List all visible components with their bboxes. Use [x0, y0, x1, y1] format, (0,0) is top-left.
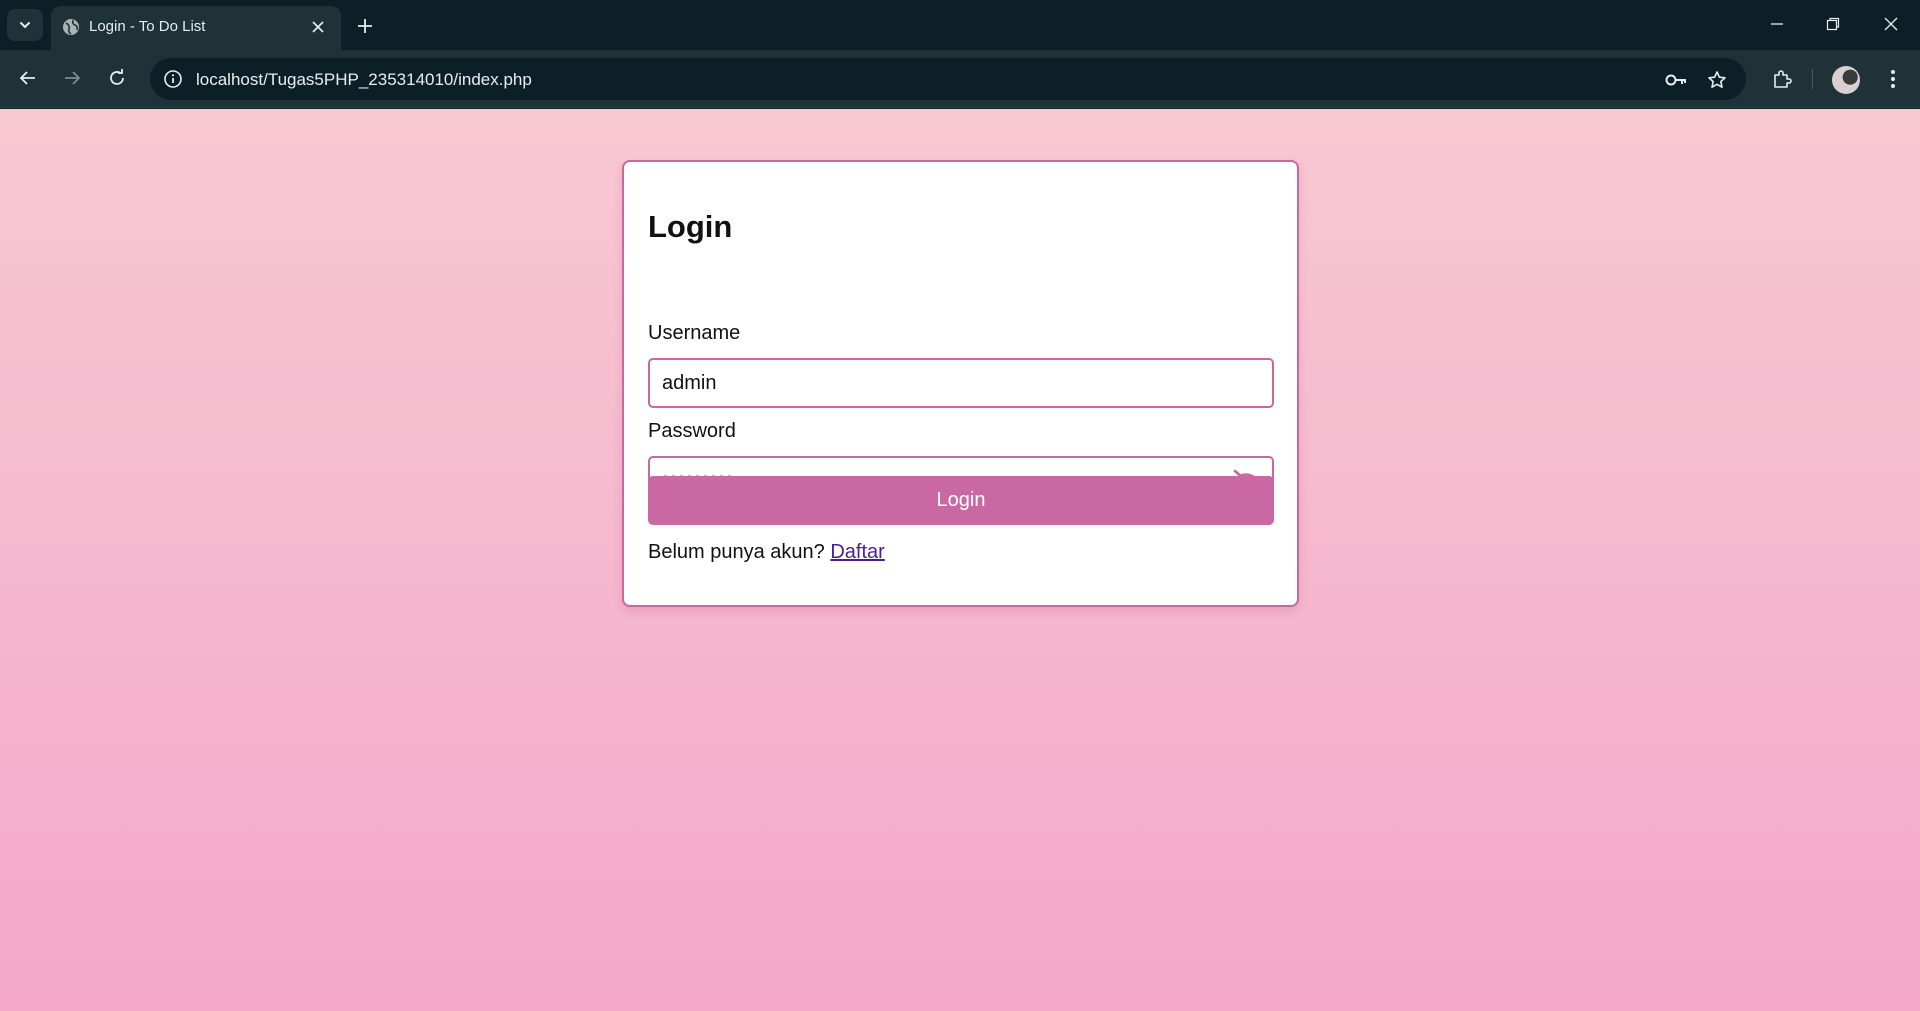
avatar[interactable] — [1832, 66, 1860, 94]
tab-title: Login - To Do List — [89, 18, 206, 35]
extensions-icon — [1774, 70, 1792, 88]
forward-arrow-icon — [65, 71, 81, 85]
browser-tab[interactable]: Login - To Do List — [51, 6, 341, 50]
page-title: Login — [648, 209, 733, 244]
username-input[interactable]: admin — [648, 358, 1274, 408]
address-bar[interactable]: localhost/Tugas5PHP_235314010/index.php — [150, 58, 1746, 100]
forward-button[interactable] — [55, 61, 89, 95]
star-icon — [1708, 71, 1726, 88]
page-viewport: Login Username admin Password ••••••••• … — [0, 109, 1920, 1011]
login-card: Login Username admin Password ••••••••• … — [622, 160, 1299, 607]
key-icon — [1665, 74, 1686, 86]
register-prompt-text: Belum punya akun? — [648, 541, 825, 563]
close-window-button[interactable] — [1862, 0, 1920, 48]
menu-button[interactable] — [1876, 62, 1910, 96]
minimize-icon — [1771, 23, 1783, 25]
password-label: Password — [648, 420, 736, 442]
close-icon — [312, 21, 324, 33]
reload-icon — [110, 69, 124, 85]
back-button[interactable] — [11, 61, 45, 95]
login-button[interactable]: Login — [648, 476, 1274, 525]
password-manager-button[interactable] — [1663, 67, 1689, 93]
new-tab-button[interactable] — [350, 11, 380, 41]
close-icon — [1884, 17, 1898, 31]
back-arrow-icon — [19, 71, 35, 85]
minimize-button[interactable] — [1748, 0, 1806, 48]
plus-icon — [358, 19, 372, 33]
restore-button[interactable] — [1804, 0, 1862, 48]
globe-icon — [63, 19, 79, 35]
bookmark-button[interactable] — [1704, 67, 1730, 93]
tab-search-button[interactable] — [7, 9, 43, 41]
browser-toolbar: localhost/Tugas5PHP_235314010/index.php — [0, 50, 1920, 108]
url-text[interactable]: localhost/Tugas5PHP_235314010/index.php — [196, 70, 532, 90]
chevron-down-icon — [20, 22, 30, 29]
info-icon — [164, 70, 182, 88]
tab-strip: Login - To Do List — [0, 0, 1920, 50]
toolbar-divider — [1812, 69, 1813, 89]
username-label: Username — [648, 322, 741, 344]
reload-button[interactable] — [100, 61, 134, 95]
tab-close-button[interactable] — [307, 16, 329, 38]
restore-icon — [1826, 17, 1840, 31]
site-info-button[interactable] — [160, 66, 186, 92]
username-value: admin — [662, 372, 717, 394]
register-link[interactable]: Daftar — [830, 541, 884, 563]
more-vert-icon — [1891, 70, 1895, 88]
extensions-button[interactable] — [1765, 62, 1799, 96]
register-prompt: Belum punya akun? Daftar — [648, 541, 885, 564]
